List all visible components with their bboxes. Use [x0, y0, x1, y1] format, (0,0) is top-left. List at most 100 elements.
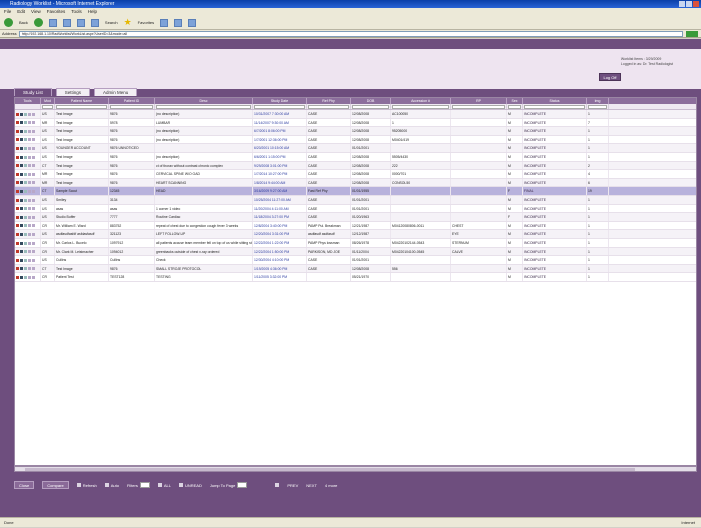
- more-icon[interactable]: [32, 164, 35, 168]
- row-tools[interactable]: [15, 247, 41, 256]
- table-row[interactable]: CR Mr. Clark M. Leistmacher 1094012 greenba…: [15, 247, 696, 257]
- stop-icon[interactable]: [48, 18, 57, 27]
- checkbox-icon[interactable]: [20, 258, 23, 262]
- report-icon[interactable]: [16, 198, 19, 202]
- favorites-label[interactable]: Favorites: [138, 20, 154, 25]
- view-icon[interactable]: [24, 112, 27, 116]
- table-row[interactable]: US Cullins Cullins Check 12/30/2004 4:10:00 …: [15, 256, 696, 265]
- table-row[interactable]: MR Test Image 5978 LUMBAR 11/14/2007 9:30:00…: [15, 118, 696, 128]
- checkbox-icon[interactable]: [20, 121, 23, 125]
- filter-input-desc[interactable]: [156, 105, 251, 109]
- menu-file[interactable]: File: [4, 8, 11, 16]
- search-label[interactable]: Search: [105, 20, 118, 25]
- table-row[interactable]: US Test Image 9876 (no description) 10/31/20…: [15, 110, 696, 119]
- table-row[interactable]: MR Test Image 9876 HEART SCANNING 1/8/2014 9…: [15, 178, 696, 188]
- more-icon[interactable]: [32, 258, 35, 262]
- print-icon[interactable]: [28, 189, 31, 193]
- table-row[interactable]: US Test Image 9876 (no description) 6/7/2001…: [15, 127, 696, 136]
- row-tools[interactable]: [15, 195, 41, 204]
- view-icon[interactable]: [24, 207, 27, 211]
- print-icon[interactable]: [28, 172, 31, 176]
- row-tools[interactable]: [15, 144, 41, 152]
- back-icon[interactable]: [4, 18, 13, 27]
- checkbox-icon[interactable]: [20, 146, 23, 150]
- checkbox-icon[interactable]: [20, 232, 23, 236]
- prev-control[interactable]: PREV: [287, 483, 298, 488]
- next-control[interactable]: NEXT: [306, 483, 317, 488]
- print-icon[interactable]: [28, 250, 31, 254]
- auto-control[interactable]: Auto: [104, 483, 119, 488]
- report-icon[interactable]: [16, 172, 19, 176]
- view-icon[interactable]: [24, 258, 27, 262]
- all-control[interactable]: ALL: [157, 483, 171, 488]
- view-icon[interactable]: [24, 250, 27, 254]
- checkbox-icon[interactable]: [20, 241, 23, 245]
- print-icon[interactable]: [28, 155, 31, 159]
- filter-input-acc[interactable]: [392, 105, 449, 109]
- more-icon[interactable]: [32, 198, 35, 202]
- print-icon[interactable]: [28, 181, 31, 185]
- tab-admin-menu[interactable]: Admin Menu: [94, 88, 138, 96]
- print-icon[interactable]: [28, 112, 31, 116]
- more-icon[interactable]: [32, 241, 35, 245]
- table-row[interactable]: US Test Image 9876 (no description) 6/6/2001…: [15, 152, 696, 162]
- print-icon[interactable]: [28, 129, 31, 133]
- checkbox-icon[interactable]: [20, 207, 23, 211]
- row-tools[interactable]: [15, 178, 41, 187]
- table-row[interactable]: CR Mr. William E. Ward 883752 repeat of che…: [15, 221, 696, 231]
- checkbox-icon[interactable]: [20, 112, 23, 116]
- print-icon[interactable]: [28, 241, 31, 245]
- report-icon[interactable]: [16, 112, 19, 116]
- filter-input-date[interactable]: [254, 105, 305, 109]
- records-control[interactable]: 4 more: [325, 483, 337, 488]
- more-icon[interactable]: [32, 207, 35, 211]
- maximize-button[interactable]: [686, 1, 692, 7]
- menu-edit[interactable]: Edit: [17, 8, 25, 16]
- table-row[interactable]: CR Patient Test TEST128 TESTING 1/11/2005 3:…: [15, 273, 696, 282]
- table-row[interactable]: CR Mr. Carlos L. Bucelo 1097912 all patient…: [15, 238, 696, 248]
- favorites-icon[interactable]: ★: [124, 18, 132, 27]
- print-icon[interactable]: [28, 258, 31, 262]
- table-row[interactable]: US Smiley 3134 10/25/2004 11:27:00 AM CASE 01…: [15, 195, 696, 205]
- menu-favorites[interactable]: Favorites: [47, 8, 66, 16]
- mail-icon[interactable]: [174, 18, 183, 27]
- filter-input-img[interactable]: [588, 105, 607, 109]
- filter-input-rp[interactable]: [452, 105, 505, 109]
- forward-icon[interactable]: [33, 18, 43, 27]
- print-icon[interactable]: [28, 146, 31, 150]
- view-icon[interactable]: [24, 172, 27, 176]
- row-tools[interactable]: [15, 118, 41, 127]
- print-icon[interactable]: [28, 138, 31, 142]
- report-icon[interactable]: [16, 267, 19, 271]
- view-icon[interactable]: [24, 189, 27, 193]
- row-tools[interactable]: [15, 264, 41, 273]
- print-icon[interactable]: [28, 215, 31, 219]
- report-icon[interactable]: [16, 121, 19, 125]
- log-off-button[interactable]: Log Off: [599, 73, 621, 81]
- report-icon[interactable]: [16, 181, 19, 185]
- view-icon[interactable]: [24, 181, 27, 185]
- table-row[interactable]: US Test Image 9876 (no description) 1/7/2001…: [15, 135, 696, 145]
- view-icon[interactable]: [24, 215, 27, 219]
- print-icon[interactable]: [28, 207, 31, 211]
- more-icon[interactable]: [32, 112, 35, 116]
- row-tools[interactable]: [15, 170, 41, 178]
- minimize-button[interactable]: [679, 1, 685, 7]
- row-tools[interactable]: [15, 204, 41, 213]
- row-tools[interactable]: [15, 230, 41, 238]
- print-icon[interactable]: [28, 275, 31, 279]
- table-row[interactable]: US asas asas 1 corner 1 video 11/20/2004 4:1…: [15, 204, 696, 214]
- row-tools[interactable]: [15, 127, 41, 135]
- more-icon[interactable]: [32, 129, 35, 133]
- row-tools[interactable]: [15, 221, 41, 230]
- report-icon[interactable]: [16, 189, 19, 193]
- more-icon[interactable]: [32, 275, 35, 279]
- filter-input-status[interactable]: [524, 105, 585, 109]
- home-icon[interactable]: [76, 18, 85, 27]
- report-icon[interactable]: [16, 146, 19, 150]
- more-icon[interactable]: [32, 224, 35, 228]
- tab-study-list[interactable]: Study List: [14, 88, 52, 96]
- table-row[interactable]: MR Test Image 9876 CERVICAL SPINE W/O GAD 1/…: [15, 170, 696, 179]
- print-icon[interactable]: [28, 198, 31, 202]
- report-icon[interactable]: [16, 275, 19, 279]
